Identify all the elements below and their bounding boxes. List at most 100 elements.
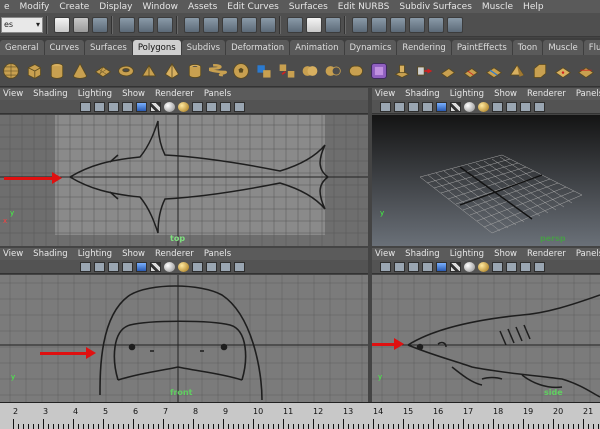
bevel-icon[interactable] (531, 60, 549, 82)
resolution-gate-icon[interactable] (234, 261, 245, 272)
texture-icon[interactable] (436, 101, 447, 112)
viewport-menu-shading[interactable]: Shading (33, 249, 68, 259)
merge-vertices-icon[interactable] (577, 60, 595, 82)
side-view-canvas[interactable]: y side (372, 275, 600, 402)
lighting-all-icon[interactable] (478, 261, 489, 272)
snap-curve-icon[interactable] (203, 16, 219, 33)
menu-item-assets[interactable]: Assets (188, 2, 217, 12)
menu-item-create[interactable]: Create (59, 2, 89, 12)
lighting-default-icon[interactable] (464, 261, 475, 272)
menu-item-edit-curves[interactable]: Edit Curves (227, 2, 279, 12)
grid-icon[interactable] (94, 261, 105, 272)
poly-plane-icon[interactable] (94, 60, 112, 82)
poly-torus-icon[interactable] (117, 60, 135, 82)
viewport-menu-renderer[interactable]: Renderer (155, 249, 194, 259)
viewport-menu-view[interactable]: View (3, 249, 23, 259)
shelf-tab-rendering[interactable]: Rendering (397, 40, 451, 55)
viewport-menu-renderer[interactable]: Renderer (527, 89, 566, 99)
viewport-menu-show[interactable]: Show (122, 89, 145, 99)
save-scene-icon[interactable] (92, 16, 108, 33)
wedge-icon[interactable] (508, 60, 526, 82)
shelf-tab-deformation[interactable]: Deformation (226, 40, 290, 55)
viewport-side[interactable]: View Shading Lighting Show Renderer Pane… (372, 248, 600, 402)
viewport-menu-view[interactable]: View (375, 249, 395, 259)
viewport-menu-show[interactable]: Show (494, 89, 517, 99)
shadow-icon[interactable] (492, 261, 503, 272)
grid-icon[interactable] (394, 261, 405, 272)
viewport-menu-panels[interactable]: Panels (576, 89, 600, 99)
viewport-menu-view[interactable]: View (375, 89, 395, 99)
camera-icon[interactable] (80, 261, 91, 272)
shadow-icon[interactable] (192, 101, 203, 112)
poly-prism-icon[interactable] (140, 60, 158, 82)
menu-item-subdiv-surfaces[interactable]: Subdiv Surfaces (399, 2, 472, 12)
camera-icon[interactable] (380, 101, 391, 112)
menu-item-muscle[interactable]: Muscle (482, 2, 513, 12)
shelf-tab-general[interactable]: General (0, 40, 44, 55)
separate-icon[interactable] (278, 60, 296, 82)
lighting-all-icon[interactable] (178, 101, 189, 112)
history-icon[interactable] (287, 16, 303, 33)
viewport-menu-lighting[interactable]: Lighting (78, 249, 112, 259)
viewport-menu-lighting[interactable]: Lighting (78, 89, 112, 99)
xray-icon[interactable] (520, 101, 531, 112)
bool-difference-icon[interactable] (324, 60, 342, 82)
poke-face-icon[interactable] (554, 60, 572, 82)
smooth-shade-icon[interactable] (122, 101, 133, 112)
select-hierarchy-icon[interactable] (119, 16, 135, 33)
poly-soccer-icon[interactable] (232, 60, 250, 82)
menu-item-edit[interactable]: e (4, 2, 10, 12)
checker-icon[interactable] (150, 261, 161, 272)
texture-icon[interactable] (136, 261, 147, 272)
select-component-icon[interactable] (157, 16, 173, 33)
shelf-tab-dynamics[interactable]: Dynamics (344, 40, 397, 55)
lighting-default-icon[interactable] (464, 101, 475, 112)
new-scene-icon[interactable] (54, 16, 70, 33)
smooth-shade-icon[interactable] (422, 261, 433, 272)
magnet-surface-icon[interactable] (447, 16, 463, 33)
viewport-menu-shading[interactable]: Shading (33, 89, 68, 99)
resolution-gate-icon[interactable] (534, 261, 545, 272)
shadow-icon[interactable] (492, 101, 503, 112)
magnet-curve-icon[interactable] (428, 16, 444, 33)
xray-icon[interactable] (220, 261, 231, 272)
smooth-icon[interactable] (370, 60, 388, 82)
poly-helix-icon[interactable] (209, 60, 227, 82)
poly-pipe-icon[interactable] (186, 60, 204, 82)
grid-icon[interactable] (94, 101, 105, 112)
smooth-shade-icon[interactable] (122, 261, 133, 272)
viewport-menu-panels[interactable]: Panels (204, 249, 231, 259)
menu-item-surfaces[interactable]: Surfaces (289, 2, 328, 12)
poly-sphere-icon[interactable] (2, 60, 20, 82)
menu-item-edit-nurbs[interactable]: Edit NURBS (338, 2, 390, 12)
bool-union-icon[interactable] (301, 60, 319, 82)
poly-pyramid-icon[interactable] (163, 60, 181, 82)
shelf-tab-muscle[interactable]: Muscle (543, 40, 583, 55)
shelf-tab-polygons[interactable]: Polygons (132, 40, 181, 55)
wireframe-icon[interactable] (408, 261, 419, 272)
smooth-shade-icon[interactable] (422, 101, 433, 112)
shelf-tab-fluids[interactable]: Fluids (583, 40, 600, 55)
lighting-all-icon[interactable] (478, 101, 489, 112)
viewport-menu-renderer[interactable]: Renderer (527, 249, 566, 259)
bool-intersect-icon[interactable] (347, 60, 365, 82)
viewport-menu-shading[interactable]: Shading (405, 89, 440, 99)
viewport-menu-lighting[interactable]: Lighting (450, 89, 484, 99)
extrude-icon[interactable] (393, 60, 411, 82)
shelf-tab-curves[interactable]: Curves (44, 40, 85, 55)
xray-icon[interactable] (520, 261, 531, 272)
texture-icon[interactable] (436, 261, 447, 272)
wireframe-icon[interactable] (408, 101, 419, 112)
construction-history-icon[interactable] (306, 16, 322, 33)
lighting-default-icon[interactable] (164, 261, 175, 272)
persp-view-canvas[interactable]: y persp (372, 115, 600, 246)
checker-icon[interactable] (450, 101, 461, 112)
shelf-tab-subdivs[interactable]: Subdivs (181, 40, 226, 55)
menu-item-modify[interactable]: Modify (20, 2, 50, 12)
resolution-gate-icon[interactable] (234, 101, 245, 112)
viewport-menu-panels[interactable]: Panels (204, 89, 231, 99)
insert-edge-loop-icon[interactable] (485, 60, 503, 82)
menu-item-display[interactable]: Display (99, 2, 132, 12)
xray-icon[interactable] (220, 101, 231, 112)
magnet-alt-icon[interactable] (409, 16, 425, 33)
